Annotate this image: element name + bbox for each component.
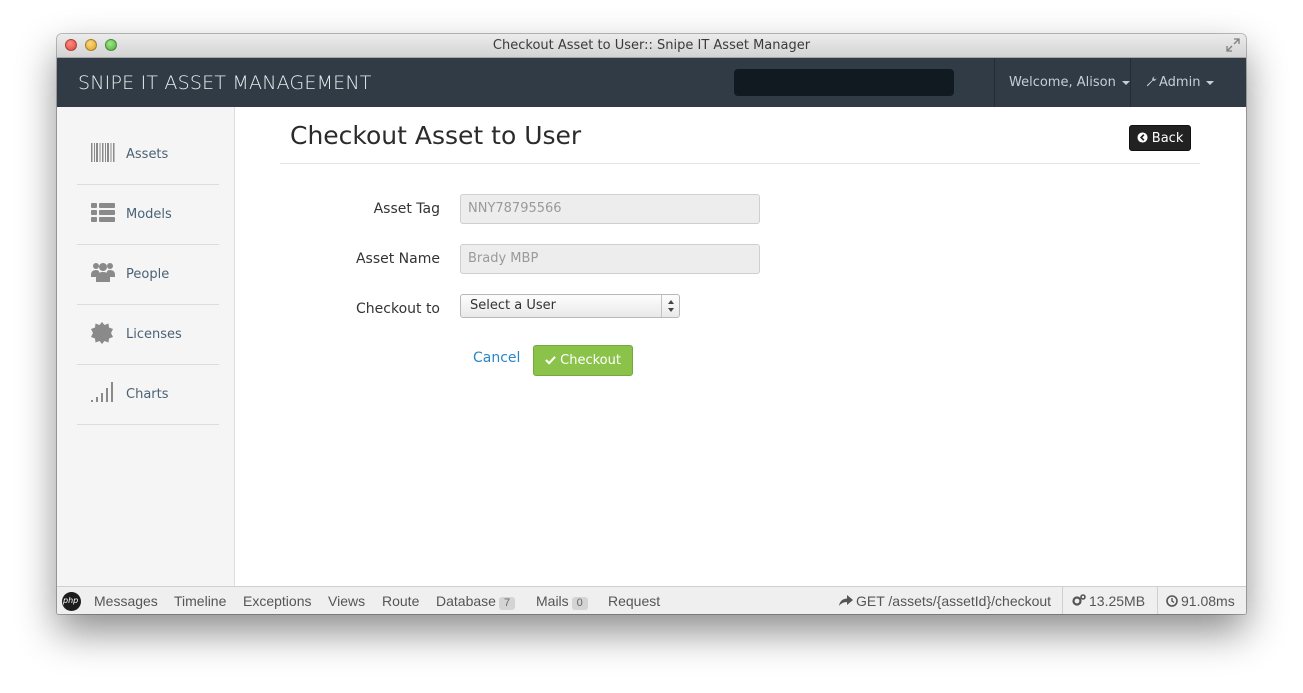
title-bar: Checkout Asset to User:: Snipe IT Asset … xyxy=(57,34,1246,58)
sidebar: Assets Models People Licenses Charts xyxy=(57,107,235,586)
time-text: 91.08ms xyxy=(1181,593,1235,609)
sidebar-item-label: Assets xyxy=(126,147,169,162)
user-menu-toggle[interactable]: Welcome, Alison xyxy=(1009,75,1130,90)
mails-count-badge: 0 xyxy=(571,597,588,610)
top-navbar: SNIPE IT ASSET MANAGEMENT Welcome, Aliso… xyxy=(57,58,1246,107)
back-label: Back xyxy=(1151,131,1184,146)
checkmark-icon xyxy=(545,356,556,365)
chevron-down-icon xyxy=(1206,80,1215,85)
debug-tab-mails[interactable]: Mails 0 xyxy=(536,593,588,610)
debug-divider xyxy=(1062,587,1063,614)
chevron-down-icon xyxy=(1121,80,1130,85)
cogs-icon xyxy=(1072,594,1086,606)
sidebar-item-licenses[interactable]: Licenses xyxy=(77,305,219,365)
debug-bar: php Messages Timeline Exceptions Views R… xyxy=(57,586,1246,614)
php-logo[interactable]: php xyxy=(62,592,81,611)
debug-tab-database-label: Database xyxy=(436,593,496,609)
cancel-link[interactable]: Cancel xyxy=(473,350,520,366)
wrench-icon xyxy=(1146,76,1157,87)
sidebar-item-people[interactable]: People xyxy=(77,245,219,305)
time-indicator: 91.08ms xyxy=(1166,593,1235,609)
route-text: GET /assets/{assetId}/checkout xyxy=(856,593,1052,609)
asset-name-field: Brady MBP xyxy=(460,244,760,274)
select-arrows-icon xyxy=(661,295,679,317)
checkout-button[interactable]: Checkout xyxy=(533,345,633,376)
sidebar-item-charts[interactable]: Charts xyxy=(77,365,219,425)
debug-tab-views[interactable]: Views xyxy=(328,593,365,609)
memory-text: 13.25MB xyxy=(1089,593,1146,609)
checkout-label: Checkout xyxy=(560,353,621,368)
window-title: Checkout Asset to User:: Snipe IT Asset … xyxy=(492,38,811,53)
fullscreen-icon[interactable] xyxy=(1226,38,1240,52)
user-select-value: Select a User xyxy=(470,298,556,313)
page-title: Checkout Asset to User xyxy=(290,121,582,150)
debug-tab-database[interactable]: Database 7 xyxy=(436,593,516,610)
memory-indicator: 13.25MB xyxy=(1072,593,1145,609)
share-arrow-icon xyxy=(839,595,853,606)
welcome-label: Welcome, Alison xyxy=(1009,75,1116,90)
debug-tab-mails-label: Mails xyxy=(536,593,569,609)
navbar-divider xyxy=(994,58,995,107)
certificate-icon xyxy=(91,322,113,344)
debug-tab-exceptions[interactable]: Exceptions xyxy=(243,593,311,609)
sidebar-item-models[interactable]: Models xyxy=(77,185,219,245)
admin-label: Admin xyxy=(1159,75,1201,90)
database-count-badge: 7 xyxy=(498,597,516,610)
debug-tab-route[interactable]: Route xyxy=(382,593,419,609)
asset-tag-label: Asset Tag xyxy=(373,201,440,217)
sidebar-item-label: Charts xyxy=(126,387,169,402)
browser-window: Checkout Asset to User:: Snipe IT Asset … xyxy=(57,34,1246,614)
title-divider xyxy=(280,163,1200,164)
clock-icon xyxy=(1166,595,1178,607)
asset-name-label: Asset Name xyxy=(355,251,440,267)
circle-arrow-left-icon xyxy=(1137,132,1148,143)
brand-logo[interactable]: SNIPE IT ASSET MANAGEMENT xyxy=(78,72,372,94)
sidebar-item-assets[interactable]: Assets xyxy=(77,125,219,185)
user-select[interactable]: Select a User xyxy=(460,294,680,318)
users-icon xyxy=(91,263,115,282)
route-indicator: GET /assets/{assetId}/checkout xyxy=(839,593,1051,609)
search-input[interactable] xyxy=(734,69,954,96)
asset-tag-field: NNY78795566 xyxy=(460,194,760,224)
sidebar-item-label: People xyxy=(126,267,170,282)
barcode-icon xyxy=(91,143,115,162)
debug-tab-timeline[interactable]: Timeline xyxy=(174,593,226,609)
debug-tab-messages[interactable]: Messages xyxy=(94,593,158,609)
navbar-divider xyxy=(1130,58,1131,107)
screen: Checkout Asset to User:: Snipe IT Asset … xyxy=(0,0,1303,693)
checkout-to-label: Checkout to xyxy=(356,301,440,317)
sidebar-item-label: Licenses xyxy=(126,327,182,342)
signal-bars-icon xyxy=(91,382,113,402)
debug-divider xyxy=(1157,587,1158,614)
sidebar-item-label: Models xyxy=(126,207,172,222)
admin-menu-toggle[interactable]: Admin xyxy=(1146,75,1215,90)
back-button[interactable]: Back xyxy=(1129,125,1191,151)
main-content: Checkout Asset to User Back Asset Tag NN… xyxy=(235,107,1246,586)
list-icon xyxy=(91,203,115,222)
debug-tab-request[interactable]: Request xyxy=(608,593,660,609)
